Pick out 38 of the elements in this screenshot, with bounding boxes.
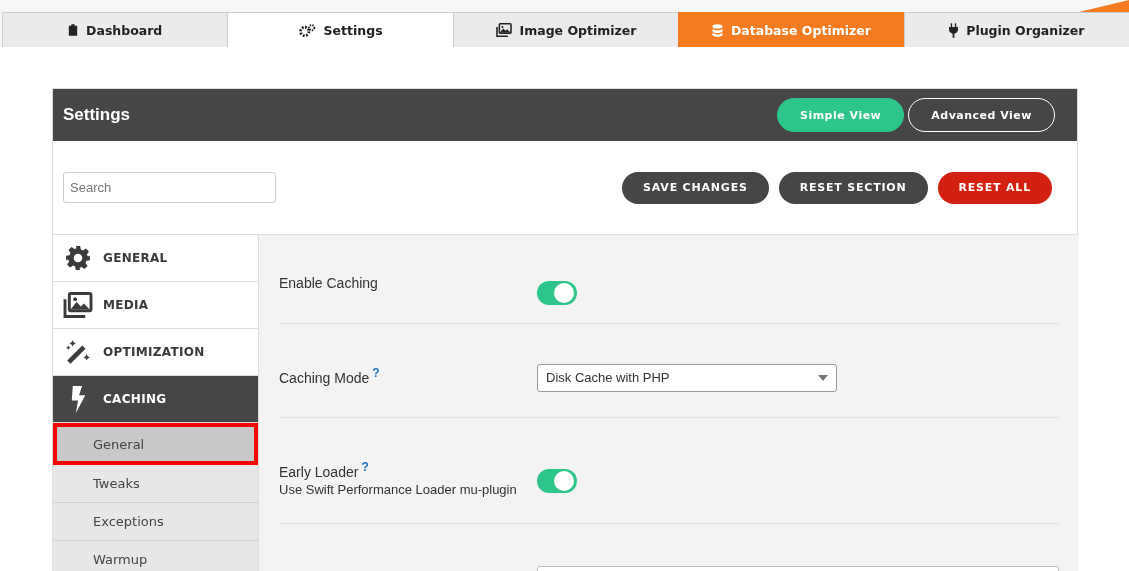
corner-ribbon-icon <box>1079 0 1129 12</box>
action-button[interactable]: SAVE CHANGES <box>622 171 769 204</box>
sidebar-subitem[interactable]: Tweaks <box>53 465 258 503</box>
sidebar-item-label: CACHING <box>103 392 167 406</box>
action-button[interactable]: RESET ALL <box>937 171 1052 204</box>
help-link[interactable]: ? <box>372 365 380 380</box>
clipboard-icon <box>68 23 79 37</box>
toggle-switch[interactable] <box>537 281 577 305</box>
setting-label: Caching Mode <box>279 369 370 386</box>
toggle-switch[interactable] <box>537 468 577 493</box>
images-icon <box>495 23 512 37</box>
panel-title: Settings <box>63 105 131 125</box>
tab[interactable]: Settings <box>227 12 454 47</box>
lightning-bolt-icon <box>70 385 86 413</box>
sidebar-subitem[interactable]: General <box>53 423 258 465</box>
caret-icon <box>818 374 828 381</box>
gears-icon <box>298 23 316 37</box>
tab[interactable]: Plugin Organizer <box>903 12 1129 47</box>
setting-label: Early Loader <box>279 464 359 480</box>
plug-icon <box>949 22 959 38</box>
sidebar-subitem[interactable]: Exceptions <box>53 503 258 541</box>
magic-wand-icon <box>64 338 92 366</box>
database-icon <box>711 23 723 37</box>
tab[interactable]: Dashboard <box>2 12 229 47</box>
help-link[interactable]: ? <box>361 460 369 474</box>
images-icon <box>63 292 93 318</box>
sidebar-item-label: MEDIA <box>103 298 149 312</box>
sidebar-item-label: OPTIMIZATION <box>103 345 205 359</box>
gear-icon <box>65 245 91 271</box>
dropdown[interactable]: Disk Cache with PHP <box>537 363 837 392</box>
sidebar-subitem[interactable]: Warmup <box>53 541 258 571</box>
action-button[interactable]: RESET SECTION <box>778 171 928 204</box>
setting-label: Enable Caching <box>279 275 378 291</box>
sidebar-item-label: GENERAL <box>103 251 168 265</box>
setting-description: Use Swift Performance Loader mu-plugin <box>279 482 518 497</box>
search-field[interactable]: Search <box>63 172 276 203</box>
tab[interactable]: Image Optimizer <box>452 12 680 47</box>
sidebar-item[interactable]: CACHING <box>53 376 258 423</box>
